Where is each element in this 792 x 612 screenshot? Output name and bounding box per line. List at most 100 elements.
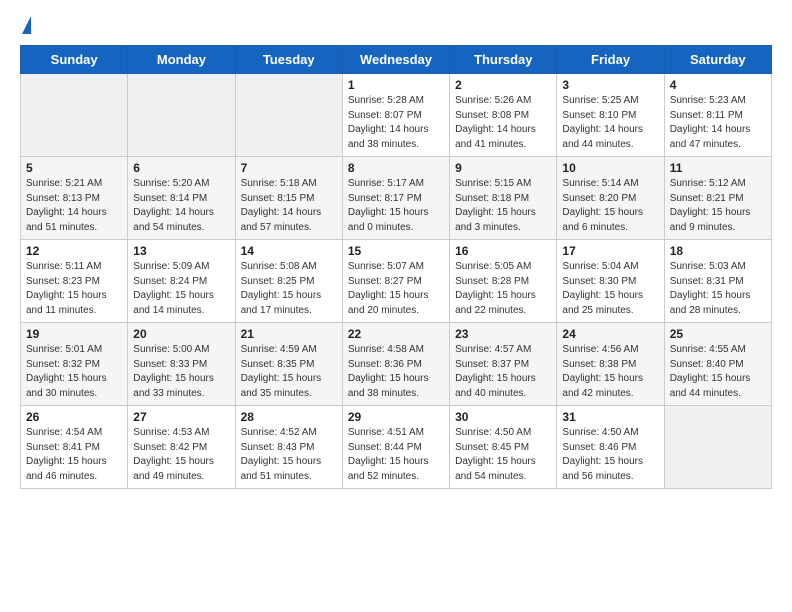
calendar-week-row: 26Sunrise: 4:54 AM Sunset: 8:41 PM Dayli… <box>21 406 772 489</box>
calendar-header: SundayMondayTuesdayWednesdayThursdayFrid… <box>21 46 772 74</box>
weekday-header: Thursday <box>450 46 557 74</box>
cell-info: Sunrise: 5:14 AM Sunset: 8:20 PM Dayligh… <box>562 177 658 235</box>
cell-day-number: 31 <box>562 410 658 424</box>
cell-info: Sunrise: 4:52 AM Sunset: 8:43 PM Dayligh… <box>241 426 337 484</box>
cell-day-number: 8 <box>348 161 444 175</box>
cell-day-number: 30 <box>455 410 551 424</box>
cell-day-number: 28 <box>241 410 337 424</box>
calendar-cell: 7 Sunrise: 5:18 AM Sunset: 8:15 PM Daylig… <box>235 157 342 240</box>
calendar-cell: 22Sunrise: 4:58 AM Sunset: 8:36 PM Dayli… <box>342 323 449 406</box>
calendar-cell: 3Sunrise: 5:25 AM Sunset: 8:10 PM Daylig… <box>557 74 664 157</box>
cell-day-number: 13 <box>133 244 229 258</box>
cell-day-number: 27 <box>133 410 229 424</box>
cell-day-number: 11 <box>670 161 766 175</box>
cell-info: Sunrise: 4:55 AM Sunset: 8:40 PM Dayligh… <box>670 343 766 401</box>
calendar-cell: 29Sunrise: 4:51 AM Sunset: 8:44 PM Dayli… <box>342 406 449 489</box>
calendar-cell: 13 Sunrise: 5:09 AM Sunset: 8:24 PM Dayli… <box>128 240 235 323</box>
calendar-cell: 2Sunrise: 5:26 AM Sunset: 8:08 PM Daylig… <box>450 74 557 157</box>
calendar-cell <box>21 74 128 157</box>
cell-info: Sunrise: 5:20 AM Sunset: 8:14 PM Dayligh… <box>133 177 229 235</box>
calendar-cell: 18 Sunrise: 5:03 AM Sunset: 8:31 PM Dayli… <box>664 240 771 323</box>
cell-info: Sunrise: 5:08 AM Sunset: 8:25 PM Dayligh… <box>241 260 337 318</box>
calendar-cell: 30 Sunrise: 4:50 AM Sunset: 8:45 PM Dayli… <box>450 406 557 489</box>
cell-info: Sunrise: 4:50 AM Sunset: 8:45 PM Dayligh… <box>455 426 551 484</box>
cell-info: Sunrise: 4:57 AM Sunset: 8:37 PM Dayligh… <box>455 343 551 401</box>
calendar-cell: 26Sunrise: 4:54 AM Sunset: 8:41 PM Dayli… <box>21 406 128 489</box>
weekday-header: Friday <box>557 46 664 74</box>
logo-text <box>20 16 31 35</box>
logo <box>20 16 31 35</box>
cell-info: Sunrise: 5:25 AM Sunset: 8:10 PM Dayligh… <box>562 94 658 152</box>
weekday-header: Wednesday <box>342 46 449 74</box>
cell-info: Sunrise: 5:01 AM Sunset: 8:32 PM Dayligh… <box>26 343 122 401</box>
calendar-cell: 24Sunrise: 4:56 AM Sunset: 8:38 PM Dayli… <box>557 323 664 406</box>
calendar-cell: 6Sunrise: 5:20 AM Sunset: 8:14 PM Daylig… <box>128 157 235 240</box>
weekday-header: Monday <box>128 46 235 74</box>
cell-info: Sunrise: 4:51 AM Sunset: 8:44 PM Dayligh… <box>348 426 444 484</box>
weekday-header: Saturday <box>664 46 771 74</box>
cell-info: Sunrise: 5:23 AM Sunset: 8:11 PM Dayligh… <box>670 94 766 152</box>
cell-day-number: 20 <box>133 327 229 341</box>
cell-day-number: 18 <box>670 244 766 258</box>
weekday-header: Sunday <box>21 46 128 74</box>
calendar-cell: 14 Sunrise: 5:08 AM Sunset: 8:25 PM Dayli… <box>235 240 342 323</box>
calendar-cell: 10 Sunrise: 5:14 AM Sunset: 8:20 PM Dayli… <box>557 157 664 240</box>
calendar-cell: 19 Sunrise: 5:01 AM Sunset: 8:32 PM Dayli… <box>21 323 128 406</box>
calendar-cell <box>235 74 342 157</box>
cell-info: Sunrise: 5:03 AM Sunset: 8:31 PM Dayligh… <box>670 260 766 318</box>
calendar-week-row: 12 Sunrise: 5:11 AM Sunset: 8:23 PM Dayli… <box>21 240 772 323</box>
cell-info: Sunrise: 5:07 AM Sunset: 8:27 PM Dayligh… <box>348 260 444 318</box>
cell-info: Sunrise: 4:53 AM Sunset: 8:42 PM Dayligh… <box>133 426 229 484</box>
cell-day-number: 9 <box>455 161 551 175</box>
calendar-cell: 23 Sunrise: 4:57 AM Sunset: 8:37 PM Dayli… <box>450 323 557 406</box>
cell-day-number: 24 <box>562 327 658 341</box>
calendar-cell: 28 Sunrise: 4:52 AM Sunset: 8:43 PM Dayli… <box>235 406 342 489</box>
cell-day-number: 19 <box>26 327 122 341</box>
cell-info: Sunrise: 4:50 AM Sunset: 8:46 PM Dayligh… <box>562 426 658 484</box>
cell-info: Sunrise: 5:18 AM Sunset: 8:15 PM Dayligh… <box>241 177 337 235</box>
cell-day-number: 7 <box>241 161 337 175</box>
cell-info: Sunrise: 5:00 AM Sunset: 8:33 PM Dayligh… <box>133 343 229 401</box>
cell-day-number: 23 <box>455 327 551 341</box>
cell-info: Sunrise: 4:54 AM Sunset: 8:41 PM Dayligh… <box>26 426 122 484</box>
cell-info: Sunrise: 5:09 AM Sunset: 8:24 PM Dayligh… <box>133 260 229 318</box>
calendar-cell <box>664 406 771 489</box>
cell-info: Sunrise: 5:28 AM Sunset: 8:07 PM Dayligh… <box>348 94 444 152</box>
calendar-cell <box>128 74 235 157</box>
calendar: SundayMondayTuesdayWednesdayThursdayFrid… <box>20 45 772 489</box>
cell-info: Sunrise: 5:11 AM Sunset: 8:23 PM Dayligh… <box>26 260 122 318</box>
header <box>20 16 772 35</box>
calendar-cell: 16Sunrise: 5:05 AM Sunset: 8:28 PM Dayli… <box>450 240 557 323</box>
cell-day-number: 2 <box>455 78 551 92</box>
calendar-cell: 31 Sunrise: 4:50 AM Sunset: 8:46 PM Dayli… <box>557 406 664 489</box>
calendar-cell: 27 Sunrise: 4:53 AM Sunset: 8:42 PM Dayli… <box>128 406 235 489</box>
page: SundayMondayTuesdayWednesdayThursdayFrid… <box>0 0 792 509</box>
calendar-cell: 8 Sunrise: 5:17 AM Sunset: 8:17 PM Daylig… <box>342 157 449 240</box>
calendar-cell: 5Sunrise: 5:21 AM Sunset: 8:13 PM Daylig… <box>21 157 128 240</box>
calendar-cell: 12 Sunrise: 5:11 AM Sunset: 8:23 PM Dayli… <box>21 240 128 323</box>
cell-day-number: 1 <box>348 78 444 92</box>
cell-day-number: 16 <box>455 244 551 258</box>
calendar-week-row: 19 Sunrise: 5:01 AM Sunset: 8:32 PM Dayli… <box>21 323 772 406</box>
calendar-cell: 4Sunrise: 5:23 AM Sunset: 8:11 PM Daylig… <box>664 74 771 157</box>
cell-info: Sunrise: 4:59 AM Sunset: 8:35 PM Dayligh… <box>241 343 337 401</box>
cell-day-number: 15 <box>348 244 444 258</box>
cell-info: Sunrise: 5:15 AM Sunset: 8:18 PM Dayligh… <box>455 177 551 235</box>
cell-day-number: 22 <box>348 327 444 341</box>
cell-day-number: 5 <box>26 161 122 175</box>
calendar-cell: 15 Sunrise: 5:07 AM Sunset: 8:27 PM Dayli… <box>342 240 449 323</box>
cell-day-number: 10 <box>562 161 658 175</box>
calendar-cell: 17Sunrise: 5:04 AM Sunset: 8:30 PM Dayli… <box>557 240 664 323</box>
weekday-header: Tuesday <box>235 46 342 74</box>
cell-day-number: 14 <box>241 244 337 258</box>
cell-day-number: 21 <box>241 327 337 341</box>
calendar-cell: 25 Sunrise: 4:55 AM Sunset: 8:40 PM Dayli… <box>664 323 771 406</box>
cell-day-number: 25 <box>670 327 766 341</box>
weekday-row: SundayMondayTuesdayWednesdayThursdayFrid… <box>21 46 772 74</box>
cell-day-number: 12 <box>26 244 122 258</box>
calendar-week-row: 5Sunrise: 5:21 AM Sunset: 8:13 PM Daylig… <box>21 157 772 240</box>
calendar-cell: 20 Sunrise: 5:00 AM Sunset: 8:33 PM Dayli… <box>128 323 235 406</box>
cell-info: Sunrise: 5:17 AM Sunset: 8:17 PM Dayligh… <box>348 177 444 235</box>
calendar-cell: 11Sunrise: 5:12 AM Sunset: 8:21 PM Dayli… <box>664 157 771 240</box>
calendar-week-row: 1 Sunrise: 5:28 AM Sunset: 8:07 PM Daylig… <box>21 74 772 157</box>
